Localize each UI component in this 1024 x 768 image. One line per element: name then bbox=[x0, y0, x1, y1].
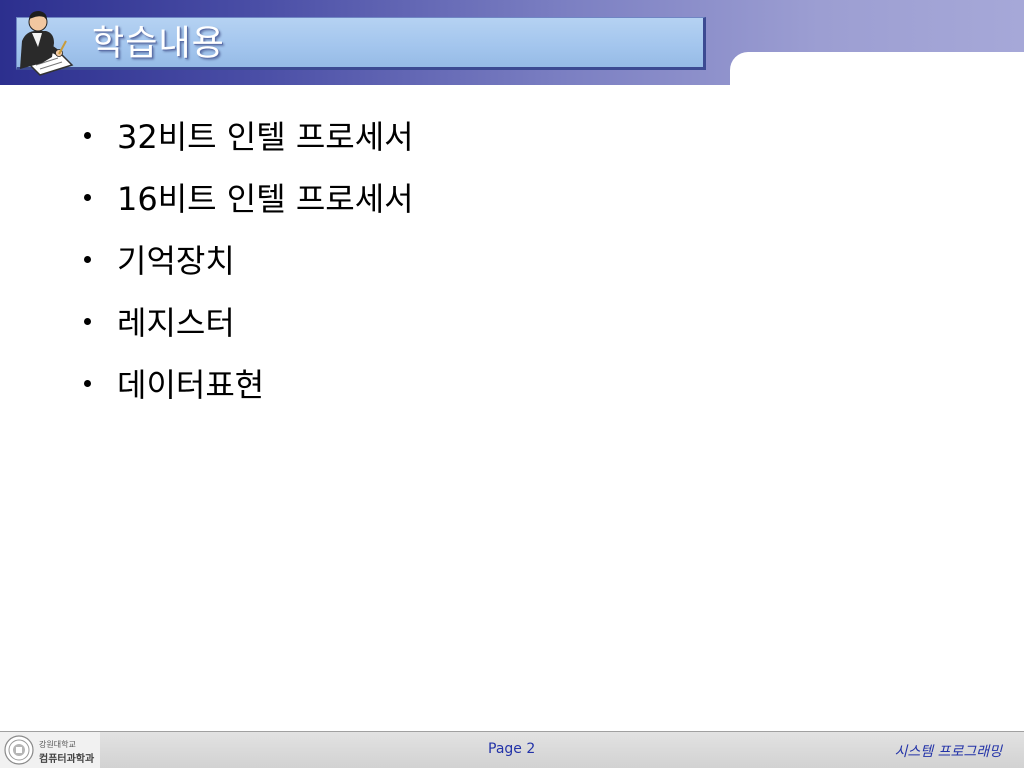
bullet-text: 레지스터 bbox=[117, 304, 235, 342]
bullet-icon bbox=[84, 379, 91, 387]
bullet-icon bbox=[84, 131, 91, 139]
page-title: 학습내용 bbox=[92, 24, 225, 64]
page-number: Page 2 bbox=[488, 741, 536, 757]
logo-department-name: 컴퓨터과학과 bbox=[39, 754, 95, 765]
logo-university-name: 강원대학교 bbox=[39, 740, 76, 749]
course-name: 시스템 프로그래밍 bbox=[894, 744, 1003, 760]
bullet-text: 32비트 인텔 프로세서 bbox=[117, 118, 414, 156]
bullet-icon bbox=[84, 317, 91, 325]
list-item: 기억장치 bbox=[80, 228, 414, 290]
list-item: 16비트 인텔 프로세서 bbox=[80, 166, 414, 228]
writer-at-desk-icon bbox=[20, 11, 74, 76]
header-tab-shape bbox=[730, 52, 1024, 92]
bullet-icon bbox=[84, 193, 91, 201]
bullet-text: 16비트 인텔 프로세서 bbox=[117, 180, 414, 218]
bullet-icon bbox=[84, 255, 91, 263]
bullet-text: 데이터표현 bbox=[117, 366, 265, 404]
footer-bar: 강원대학교 컴퓨터과학과 Page 2 시스템 프로그래밍 bbox=[0, 731, 1024, 768]
list-item: 32비트 인텔 프로세서 bbox=[80, 104, 414, 166]
bullet-list: 32비트 인텔 프로세서 16비트 인텔 프로세서 기억장치 레지스터 데이터표… bbox=[80, 104, 414, 414]
footer-logo: 강원대학교 컴퓨터과학과 bbox=[0, 732, 100, 768]
bullet-text: 기억장치 bbox=[117, 242, 235, 280]
list-item: 데이터표현 bbox=[80, 352, 414, 414]
university-seal-icon bbox=[4, 735, 34, 765]
list-item: 레지스터 bbox=[80, 290, 414, 352]
